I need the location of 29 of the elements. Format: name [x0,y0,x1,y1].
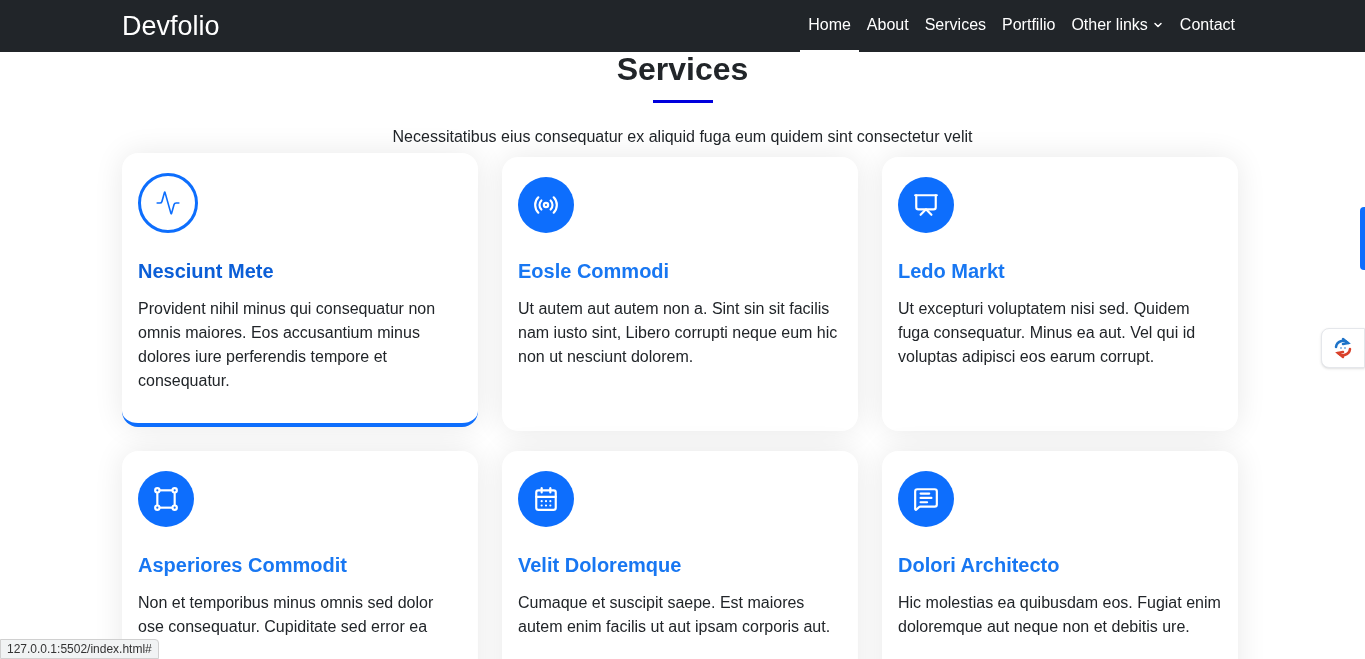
nav-link[interactable]: Home [800,0,859,52]
nav-link[interactable]: Portfilio [994,0,1064,52]
calendar-icon [533,486,559,512]
card-text: Ut excepturi voluptatem nisi sed. Quidem fuga consequatur. Minus ea aut. Vel qui id voluptas adipisci eos earum corrupt. [898,299,1197,367]
nav-link[interactable]: Contact [1171,0,1243,52]
nav-link[interactable]: About [858,0,917,52]
chat-widget[interactable] [1321,328,1365,368]
card-text: Cumaque et suscipit saepe. Est maiores autem enim facilis ut aut ipsam corporis aut. [518,593,832,637]
status-bar-url: 127.0.0.1:5502/index.html# [0,639,159,659]
section-title: Services [616,52,749,86]
card-title: Dolori Architecto [898,553,1061,578]
nav-link[interactable]: Services [916,0,995,52]
card-text: Provident nihil minus qui consequatur non omnis maiores. Eos accusantium minus dolores iure perferendis tempore et consequatur. [138,299,437,391]
section-subtitle: Necessitatibus eius consequatur ex aliquid fuga eum quidem sint consectetur velit [392,127,973,147]
card-text: Non et temporibus minus omnis sed dolor ose consequatur. Cupiditate sed error ea [138,593,435,637]
card-title: Eosle Commodi [518,259,671,284]
card-title: Asperiores Commodit [138,553,348,578]
pulse-icon [155,190,181,216]
card-title: Nesciunt Mete [138,259,275,284]
title-underline [652,100,713,103]
card-text: Ut autem aut autem non a. Sint sin sit facilis nam iusto sint, Libero corrupti neque eum hic non ut nesciunt dolorem. [518,299,839,367]
easel-icon [913,192,939,218]
nav-dropdown[interactable]: Other links [1063,0,1172,52]
brand-logo[interactable]: Devfolio [122,12,220,40]
scroll-indicator [1360,207,1365,270]
vector-square-icon [153,486,179,512]
card-title: Velit Doloremque [518,553,683,578]
card-title: Ledo Markt [898,259,1006,284]
card-text: Hic molestias ea quibusdam eos. Fugiat enim doloremque aut neque non et debitis ure. [898,593,1222,637]
